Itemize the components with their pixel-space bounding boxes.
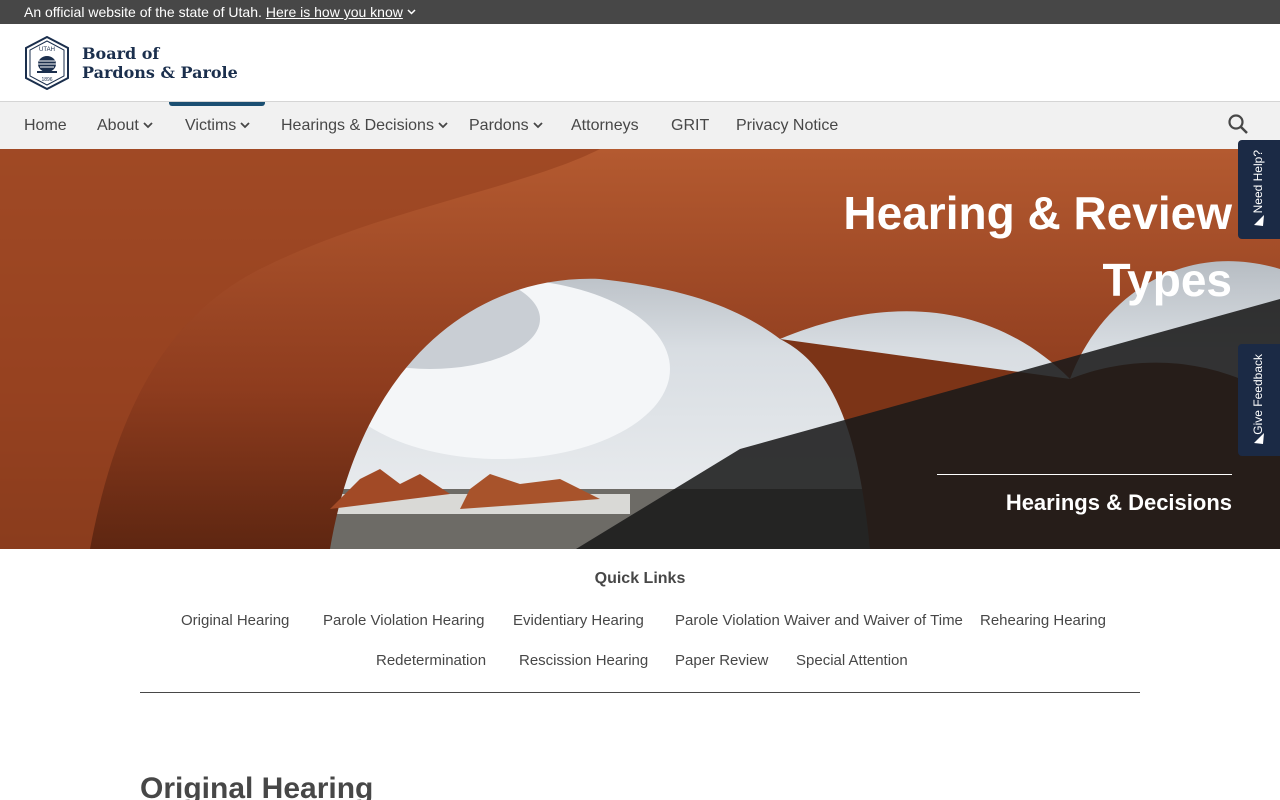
- nav-label-hearings-decisions: Hearings & Decisions: [281, 116, 434, 134]
- quick-link-waiver-of-time[interactable]: Parole Violation Waiver and Waiver of Ti…: [675, 612, 963, 629]
- chevron-down-icon: [532, 122, 543, 129]
- nav-label-pardons: Pardons: [469, 116, 529, 134]
- nav-label-privacy-notice: Privacy Notice: [736, 116, 839, 134]
- seal-top-text: UTAH: [39, 47, 55, 53]
- site-logo[interactable]: UTAH 1896 Board of Pardons & Parole: [24, 36, 238, 90]
- main-navigation: Home About Victims Hearings & Decisions …: [0, 102, 1280, 149]
- how-you-know-link[interactable]: Here is how you know: [266, 4, 416, 20]
- nav-label-attorneys: Attorneys: [571, 116, 639, 134]
- nav-item-about[interactable]: About: [97, 102, 153, 149]
- hero-title-line-2: Types: [1102, 254, 1232, 306]
- chevron-down-icon: [240, 122, 250, 129]
- official-site-text: An official website of the state of Utah…: [24, 4, 262, 20]
- nav-label-about: About: [97, 116, 139, 134]
- logo-line-1: Board of: [82, 44, 160, 63]
- logo-line-2: Pardons & Parole: [82, 63, 238, 82]
- need-help-label: Need Help?: [1251, 150, 1265, 214]
- quick-link-rescission-hearing[interactable]: Rescission Hearing: [519, 652, 648, 669]
- give-feedback-label: Give Feedback: [1251, 354, 1265, 435]
- chevron-down-icon: [407, 9, 416, 15]
- need-help-tab[interactable]: Need Help?: [1238, 140, 1280, 239]
- section-heading: Original Hearing: [140, 772, 374, 800]
- quick-links-divider: [140, 692, 1140, 693]
- nav-item-victims[interactable]: Victims: [185, 102, 250, 149]
- quick-link-special-attention[interactable]: Special Attention: [796, 652, 908, 669]
- official-site-banner: An official website of the state of Utah…: [0, 0, 1280, 24]
- pointer-icon: [1254, 433, 1264, 444]
- how-you-know-label: Here is how you know: [265, 4, 403, 20]
- quick-link-parole-violation-hearing[interactable]: Parole Violation Hearing: [323, 612, 485, 629]
- site-header: UTAH 1896 Board of Pardons & Parole: [0, 24, 1280, 102]
- chevron-down-icon: [143, 122, 153, 129]
- quick-link-paper-review[interactable]: Paper Review: [675, 652, 768, 669]
- nav-item-grit[interactable]: GRIT: [671, 102, 709, 149]
- quick-link-redetermination[interactable]: Redetermination: [376, 652, 486, 669]
- nav-label-home: Home: [24, 116, 67, 134]
- nav-item-privacy-notice[interactable]: Privacy Notice: [736, 102, 838, 149]
- hero-divider: [937, 474, 1232, 475]
- utah-seal-icon: UTAH 1896: [25, 36, 69, 90]
- quick-link-original-hearing[interactable]: Original Hearing: [181, 612, 289, 629]
- nav-item-attorneys[interactable]: Attorneys: [571, 102, 639, 149]
- nav-item-hearings-decisions[interactable]: Hearings & Decisions: [281, 102, 448, 149]
- search-icon[interactable]: [1226, 112, 1250, 136]
- seal-year-text: 1896: [41, 77, 52, 83]
- nav-label-grit: GRIT: [671, 116, 710, 134]
- hero-subtitle: Hearings & Decisions: [1005, 490, 1232, 515]
- quick-link-evidentiary-hearing[interactable]: Evidentiary Hearing: [513, 612, 644, 629]
- quick-links-title: Quick Links: [594, 570, 686, 587]
- nav-label-victims: Victims: [185, 116, 237, 134]
- hero-title: Hearing & Review Types: [812, 180, 1232, 314]
- quick-link-rehearing-hearing[interactable]: Rehearing Hearing: [980, 612, 1106, 629]
- give-feedback-tab[interactable]: Give Feedback: [1238, 344, 1280, 456]
- pointer-icon: [1254, 215, 1264, 226]
- chevron-down-icon: [438, 122, 448, 129]
- nav-item-pardons[interactable]: Pardons: [469, 102, 543, 149]
- hero-title-line-1: Hearing & Review: [843, 187, 1232, 239]
- nav-item-home[interactable]: Home: [24, 102, 67, 149]
